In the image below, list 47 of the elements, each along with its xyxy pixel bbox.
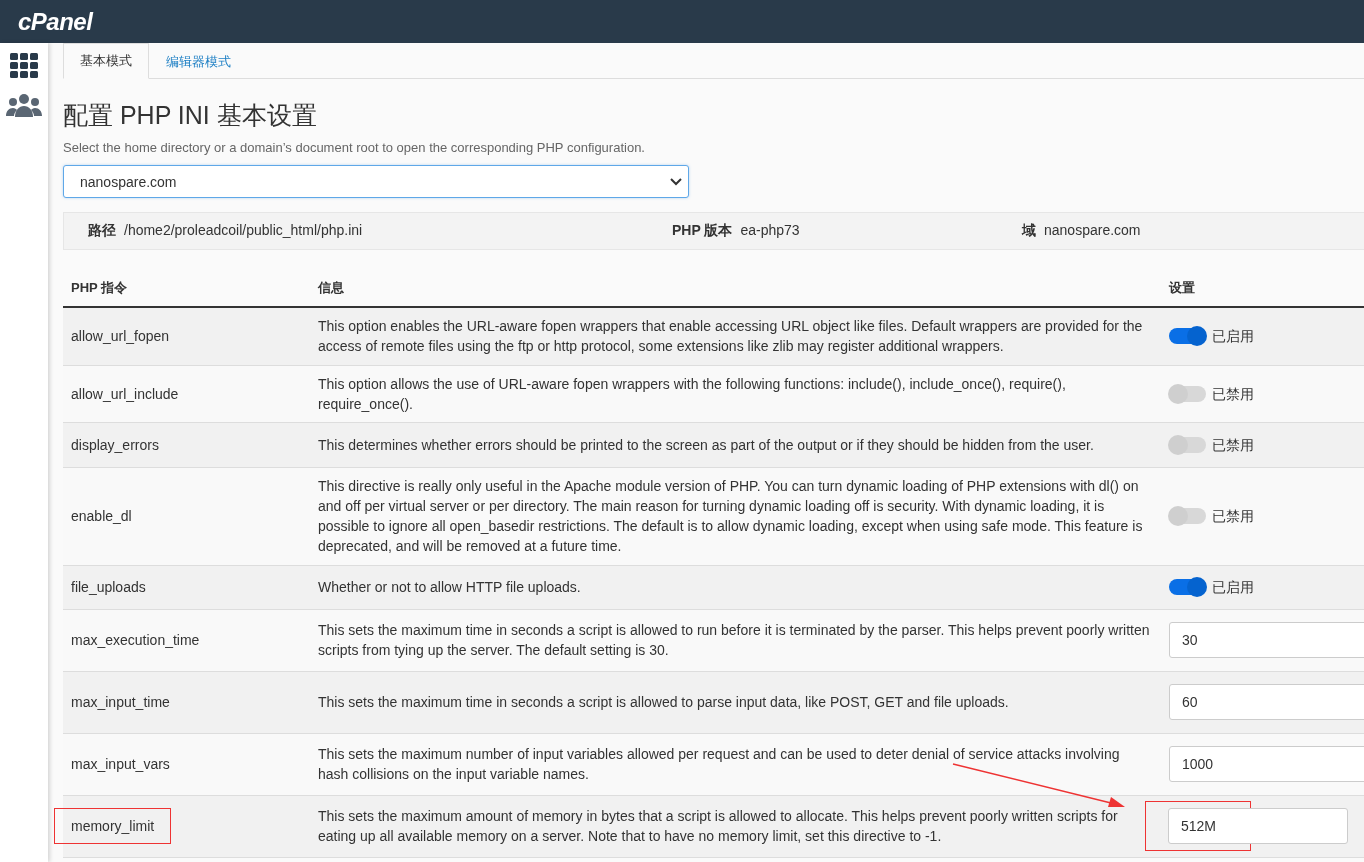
info-label: PHP 版本 [672,222,733,240]
directive-info: Whether or not to allow HTTP file uploads. [318,579,581,595]
info-value: ea-php73 [740,222,800,240]
directive-name: max_input_vars [71,755,170,774]
toggle-label: 已启用 [1212,327,1254,347]
directive-name: enable_dl [71,507,132,526]
directive-info: This sets the maximum number of input variables allowed per request and can be used to deter denial of service attacks involving hash collisions on the input variable names. [318,746,1120,782]
value-input[interactable]: 1000 [1169,746,1364,782]
domain-select[interactable]: nanospare.com [63,165,689,198]
directive-name: max_input_time [71,693,170,712]
toggle-label: 已禁用 [1212,435,1254,455]
grid-icon[interactable] [10,53,38,79]
directive-info: This sets the maximum time in seconds a script is allowed to run before it is terminated by the parser. This helps prevent poorly written scripts from tying up the server. The default setting is 30. [318,622,1150,658]
directive-info: This sets the maximum time in seconds a script is allowed to parse input data, like POST, GET and file uploads. [318,694,1009,710]
toggle-label: 已禁用 [1212,384,1254,404]
toggle-switch[interactable] [1169,579,1206,595]
logo[interactable]: cPanel [18,7,93,36]
info-label: 路径 [88,222,116,240]
directive-name: display_errors [71,435,159,455]
info-value: /home2/proleadcoil/public_html/php.ini [124,222,363,240]
directive-name: memory_limit [54,808,172,844]
directive-info: This determines whether errors should be printed to the screen as part of the output or if they should be hidden from the user. [318,436,1094,453]
toggle-switch[interactable] [1169,385,1206,402]
chevron-icon [670,177,682,186]
info-value: nanospare.com [1044,222,1141,240]
toggle-switch[interactable] [1169,436,1206,453]
toggle-label: 已禁用 [1212,507,1254,526]
value-input[interactable]: 512M [1168,808,1348,844]
directive-info: This sets the maximum amount of memory in bytes that a script is allowed to allocate. This helps prevent poorly written scripts for eating up all available memory on a server. Note that to have no memory limit, set this directive to -1. [318,808,1118,844]
page-description: Select the home directory or a domain’s document root to open the corresponding PHP configuration. [63,140,646,155]
toggle-label: 已启用 [1212,578,1254,597]
users-icon[interactable] [6,93,42,119]
mode-tab[interactable]: 编辑器模式 [149,43,248,79]
mode-tab[interactable]: 基本模式 [63,43,149,79]
directive-info: This directive is really only useful in the Apache module version of PHP. You can turn dynamic loading of PHP extensions with dl() on and off per virtual server or per directory. The main reason for turning dynamic loading off is security. With dynamic loading, it is possible to ignore all open_basedir restrictions. The default is to allow dynamic loading, except when using safe mode. This feature is deprecated, and will be removed at a future time. [318,478,1143,554]
info-label: 域 [1022,222,1036,240]
value-input[interactable]: 60 [1169,684,1364,720]
page-title: 配置 PHP INI 基本设置 [63,100,318,131]
value-input[interactable]: 30 [1169,622,1364,658]
directive-name: max_execution_time [71,631,200,650]
directive-info: This option enables the URL-aware fopen wrappers that enable accessing URL object like files. Default wrappers are provided for the access of remote files using the ftp or http protocol, some extensions like zlib may register additional wrappers. [318,318,1143,355]
directive-name: allow_url_fopen [71,327,170,347]
toggle-switch[interactable] [1169,328,1206,345]
directive-name: allow_url_include [71,384,179,404]
directive-name: file_uploads [71,578,146,597]
toggle-switch[interactable] [1169,508,1206,524]
directive-info: This option allows the use of URL-aware fopen wrappers with the following functions: include(), include_once(), require(), require_once(). [318,375,1066,412]
